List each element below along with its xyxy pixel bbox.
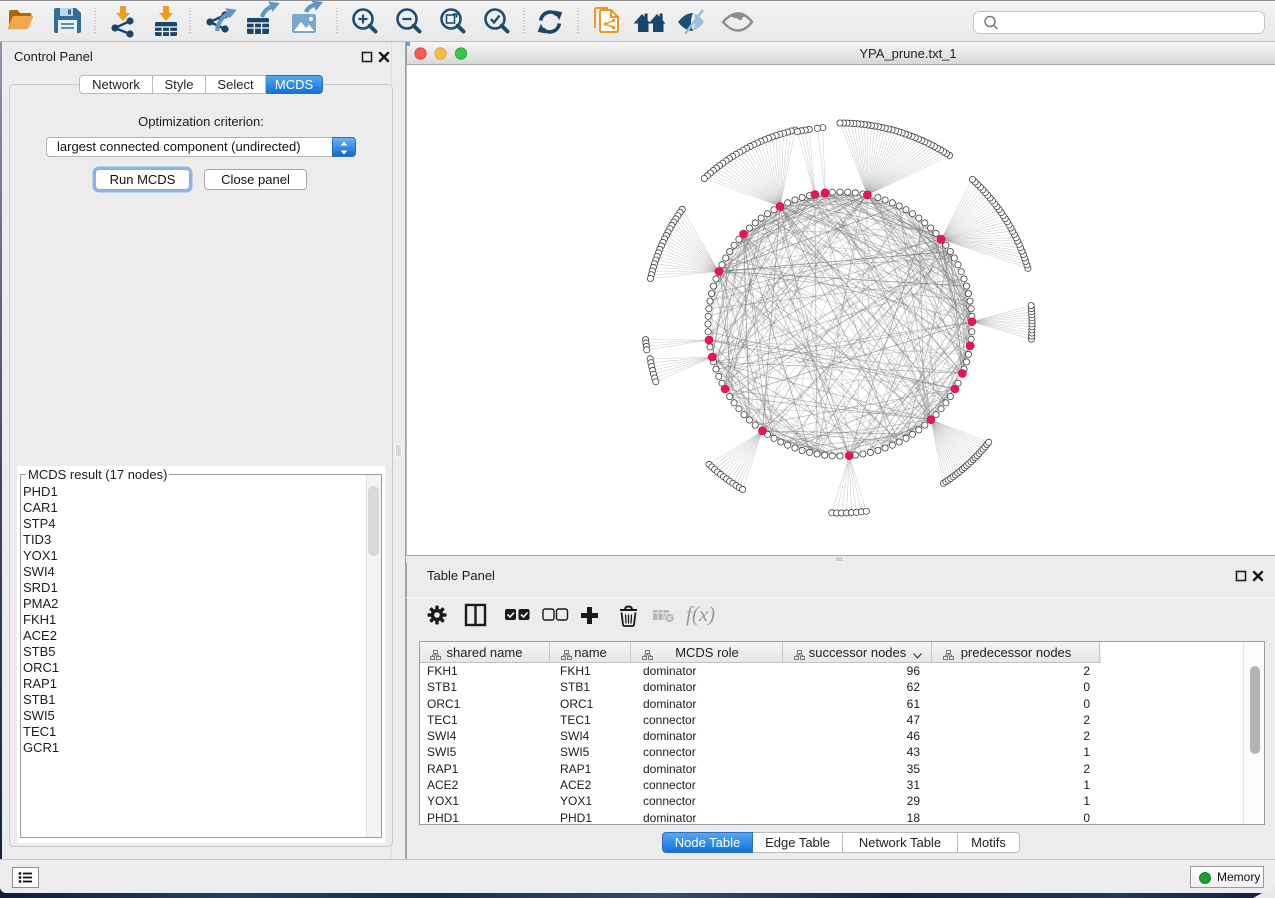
svg-text:f(x): f(x) xyxy=(686,602,715,626)
